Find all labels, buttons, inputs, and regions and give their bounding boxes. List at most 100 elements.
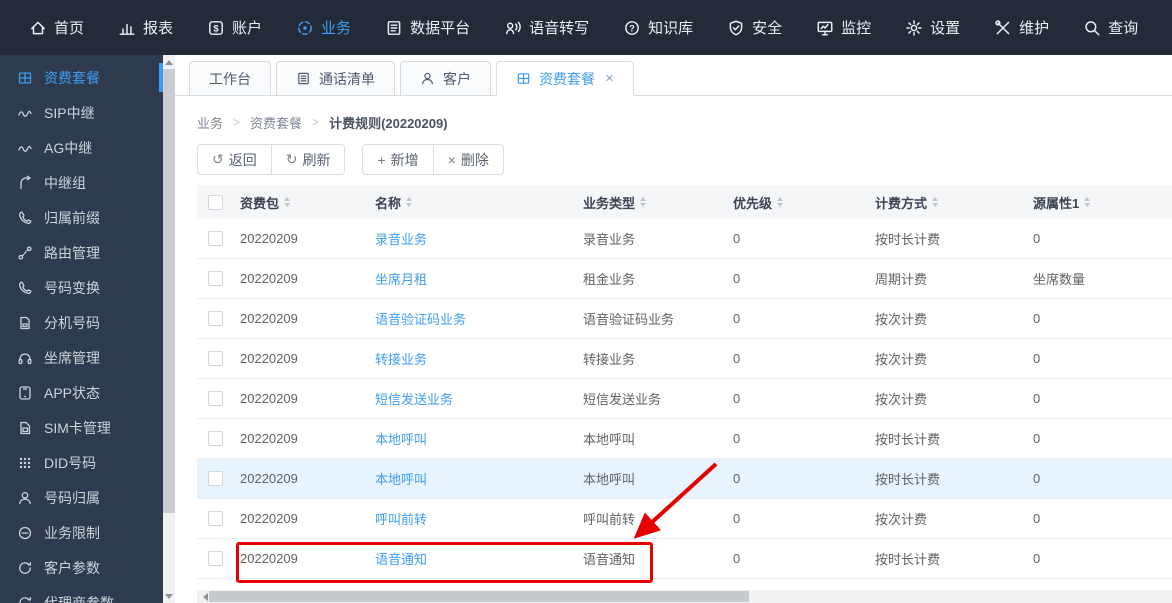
nav-item-data-platform[interactable]: 数据平台 [368,0,487,55]
nav-item-reports[interactable]: 报表 [101,0,190,55]
sort-icon[interactable] [777,197,784,207]
cell-type: 短信发送业务 [583,392,662,407]
tab-fee-package[interactable]: 资费套餐 × [496,61,634,96]
table-header: 资费包 名称 业务类型 优先级 计费方式 源属性1 [197,185,1172,219]
table-row[interactable]: 20220209 呼叫前转 呼叫前转 0 按次计费 0 [197,499,1172,539]
sidebar-item-did-number[interactable]: DID号码 [0,445,163,480]
cell-billing: 按时长计费 [875,432,941,447]
cell-name-link[interactable]: 转接业务 [375,349,427,368]
select-all-checkbox[interactable] [208,194,223,210]
cell-name-link[interactable]: 语音验证码业务 [375,309,466,328]
scroll-down-arrow[interactable] [163,590,175,602]
cell-name-link[interactable]: 录音业务 [375,229,427,248]
nav-item-monitor[interactable]: 监控 [799,0,888,55]
sort-icon[interactable] [1084,197,1091,207]
sidebar-label: 客户参数 [44,559,100,576]
cell-name-link[interactable]: 呼叫前转 [375,509,427,528]
nav-item-business[interactable]: 业务 [279,0,368,55]
sidebar-item-agent-param[interactable]: 代理商参数 [0,585,163,603]
cell-package: 20220209 [240,351,298,366]
sidebar-label: 中继组 [44,174,86,191]
cell-package: 20220209 [240,551,298,566]
cell-attr1: 0 [1033,551,1041,566]
sort-icon[interactable] [932,197,939,207]
nav-item-voice-transcribe[interactable]: 语音转写 [487,0,606,55]
sidebar-scrollbar-thumb[interactable] [163,69,175,513]
row-checkbox[interactable] [208,431,223,446]
cell-name-link[interactable]: 语音通知 [375,549,427,568]
cell-attr1: 0 [1033,311,1041,326]
button-label: 新增 [390,151,419,168]
sidebar-item-ag-trunk[interactable]: AG中继 [0,130,163,165]
add-button[interactable]: + 新增 [362,144,434,175]
cell-name-link[interactable]: 坐席月租 [375,269,427,288]
horizontal-scrollbar[interactable] [197,590,1172,603]
document-icon [385,19,403,37]
row-checkbox[interactable] [208,511,223,526]
close-icon[interactable]: × [605,71,614,86]
sort-icon[interactable] [284,197,291,207]
sidebar-item-route-manage[interactable]: 路由管理 [0,235,163,270]
sidebar-item-fee-package[interactable]: 资费套餐 [0,60,163,95]
refresh-icon: ↻ [285,151,298,167]
refresh-button[interactable]: ↻ 刷新 [271,144,346,175]
cell-attr1: 0 [1033,511,1041,526]
cell-name-link[interactable]: 本地呼叫 [375,429,427,448]
table-row-highlighted[interactable]: 20220209 本地呼叫 本地呼叫 0 按时长计费 0 [197,459,1172,499]
breadcrumb-item[interactable]: 业务 [197,113,223,132]
row-checkbox[interactable] [208,231,223,246]
sidebar-item-extension-number[interactable]: 分机号码 [0,305,163,340]
delete-button[interactable]: × 删除 [433,144,504,175]
back-button[interactable]: ↺ 返回 [197,144,272,175]
sidebar-item-agent-manage[interactable]: 坐席管理 [0,340,163,375]
sidebar-item-trunk-group[interactable]: 中继组 [0,165,163,200]
nav-item-knowledge-base[interactable]: ? 知识库 [606,0,710,55]
sidebar-item-number-transform[interactable]: 号码变换 [0,270,163,305]
tab-call-list[interactable]: 通话清单 [276,61,395,96]
cell-name-link[interactable]: 本地呼叫 [375,469,427,488]
row-checkbox[interactable] [208,311,223,326]
sidebar-item-sim-manage[interactable]: SIM卡管理 [0,410,163,445]
cell-attr1: 0 [1033,431,1041,446]
sidebar-item-business-limit[interactable]: 业务限制 [0,515,163,550]
nav-label: 设置 [930,20,961,37]
nav-item-security[interactable]: 安全 [710,0,799,55]
sidebar-item-customer-param[interactable]: 客户参数 [0,550,163,585]
tab-customer[interactable]: 客户 [400,61,491,96]
sidebar-label: 坐席管理 [44,349,100,366]
table-row[interactable]: 20220209 短信发送业务 短信发送业务 0 按次计费 0 [197,379,1172,419]
nav-item-settings[interactable]: 设置 [888,0,977,55]
horizontal-scrollbar-thumb[interactable] [209,591,749,602]
row-checkbox[interactable] [208,471,223,486]
scroll-up-arrow[interactable] [163,56,175,68]
sidebar-item-app-status[interactable]: APP状态 [0,375,163,410]
sidebar-item-home-prefix[interactable]: 归属前缀 [0,200,163,235]
phone-icon [17,280,33,296]
breadcrumb-item[interactable]: 资费套餐 [250,113,302,132]
sort-icon[interactable] [406,197,413,207]
table-row[interactable]: 20220209 录音业务 录音业务 0 按时长计费 0 [197,219,1172,259]
table-row[interactable]: 20220209 本地呼叫 本地呼叫 0 按时长计费 0 [197,419,1172,459]
sort-icon[interactable] [640,197,647,207]
table-row[interactable]: 20220209 语音验证码业务 语音验证码业务 0 按次计费 0 [197,299,1172,339]
row-checkbox[interactable] [208,351,223,366]
cell-name-link[interactable]: 短信发送业务 [375,389,453,408]
tab-workbench[interactable]: 工作台 [189,61,271,96]
row-checkbox[interactable] [208,551,223,566]
row-checkbox[interactable] [208,271,223,286]
nav-item-account[interactable]: $ 账户 [190,0,279,55]
cell-billing: 按时长计费 [875,472,941,487]
sidebar-item-sip-trunk[interactable]: SIP中继 [0,95,163,130]
table-row[interactable]: 20220209 转接业务 转接业务 0 按次计费 0 [197,339,1172,379]
row-checkbox[interactable] [208,391,223,406]
table-row-boxed[interactable]: 20220209 语音通知 语音通知 0 按时长计费 0 [197,539,1172,579]
sidebar-item-number-owner[interactable]: 号码归属 [0,480,163,515]
column-header: 名称 [375,195,402,211]
sidebar-scrollbar[interactable] [163,55,175,603]
nav-item-query[interactable]: 查询 [1066,0,1155,55]
trunk-icon [17,105,33,121]
column-header: 资费包 [240,195,280,211]
nav-item-home[interactable]: 首页 [12,0,101,55]
nav-item-maintenance[interactable]: 维护 [977,0,1066,55]
table-row[interactable]: 20220209 坐席月租 租金业务 0 周期计费 坐席数量 [197,259,1172,299]
